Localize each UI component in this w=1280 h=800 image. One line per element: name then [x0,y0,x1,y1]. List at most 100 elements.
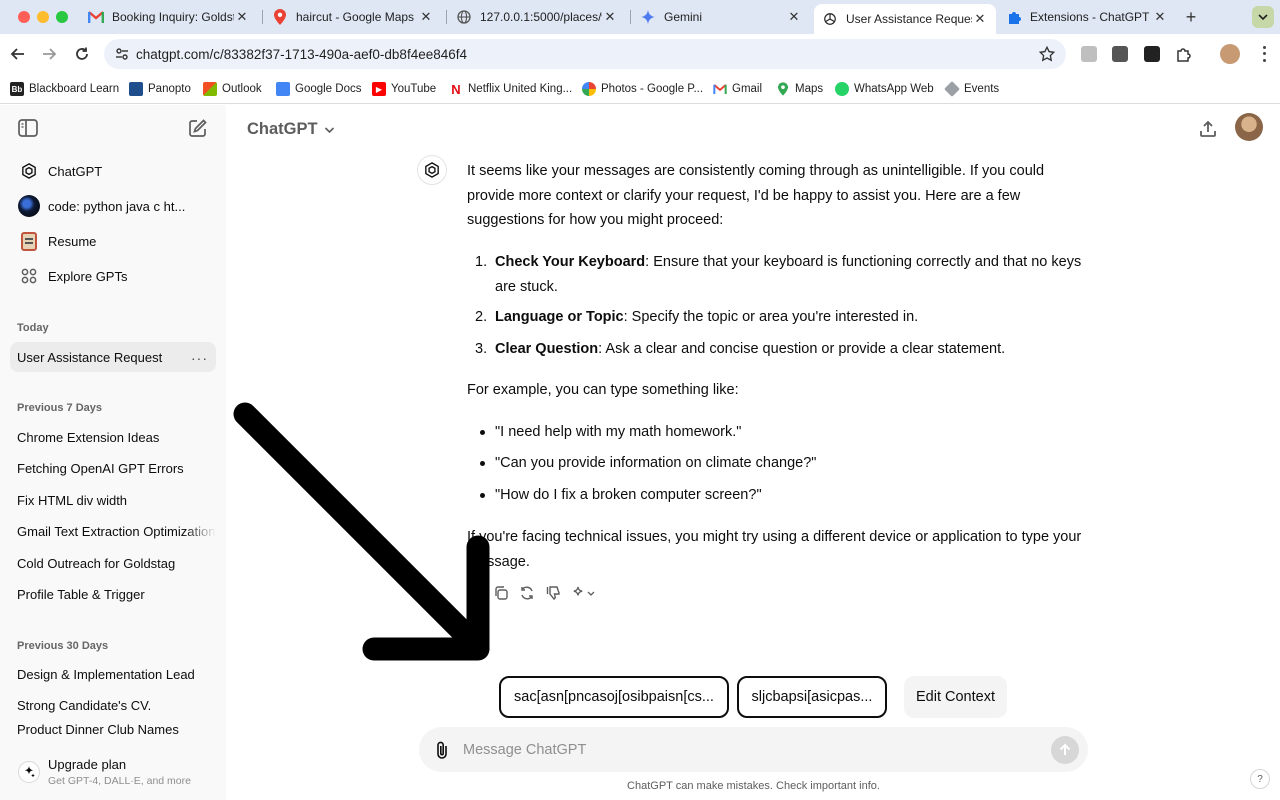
whatsapp-icon [835,82,849,96]
message-intro: It seems like your messages are consiste… [467,163,1045,228]
message-input[interactable] [463,739,1023,761]
bookmark-item[interactable]: Panopto [129,80,191,98]
close-tab-icon[interactable]: ✕ [1152,9,1168,25]
chat-item[interactable]: Cold Outreach for Goldstag [10,548,216,578]
model-selector[interactable]: ChatGPT [247,120,335,139]
sidebar-item-label: Resume [48,233,97,249]
extensions-button[interactable] [1172,42,1196,66]
read-aloud-button[interactable] [467,585,483,601]
sidebar-item-gpt-code[interactable]: code: python java c ht... [10,190,216,222]
chat-item-label: Fix HTML div width [17,492,128,508]
regenerate-button[interactable] [519,585,535,601]
forward-button[interactable] [37,42,61,66]
suggestion-chip[interactable]: sljcbapsi[asicpas... [737,676,887,718]
address-bar[interactable]: chatgpt.com/c/83382f37-1713-490a-aef0-db… [104,39,1066,69]
sidebar-item-resume[interactable]: Resume [10,225,216,257]
paperclip-icon [437,741,447,759]
chat-item[interactable]: Product Dinner Club Names [10,722,216,742]
sidebar-item-explore-gpts[interactable]: Explore GPTs [10,260,216,292]
browser-tab-active[interactable]: User Assistance Reques ✕ [814,4,996,34]
tab-separator [262,10,263,24]
copy-button[interactable] [493,585,509,601]
sidebar-item-label: code: python java c ht... [48,198,186,214]
close-tab-icon[interactable]: ✕ [234,9,250,25]
browser-tab[interactable]: 127.0.0.1:5000/places/w ✕ [448,4,626,30]
chevron-down-icon [1258,14,1268,21]
upgrade-plan-button[interactable]: Upgrade plan Get GPT-4, DALL·E, and more [10,750,216,794]
suggestion-chip[interactable]: sac[asn[pncasoj[osibpaisn[cs... [499,676,729,718]
share-button[interactable] [1196,117,1220,141]
chat-item[interactable]: Strong Candidate's CV. [10,690,216,720]
example-item: "I need help with my math homework." [495,424,742,440]
tab-search-button[interactable] [1252,6,1274,28]
close-tab-icon[interactable]: ✕ [786,9,802,25]
list-number: 1. [475,254,488,270]
thumbs-down-button[interactable] [545,585,561,601]
bookmark-item[interactable]: Outlook [203,80,262,98]
bookmark-star-icon[interactable] [1038,45,1056,68]
browser-tab[interactable]: haircut - Google Maps ✕ [264,4,442,30]
bookmark-item[interactable]: Google Docs [276,80,361,98]
bookmark-item[interactable]: Maps [776,80,823,98]
profile-avatar[interactable] [1220,44,1240,64]
sparkle-icon [18,761,40,783]
bookmark-item[interactable]: WhatsApp Web [835,80,934,98]
events-icon [944,81,960,97]
bullet [480,430,485,435]
new-tab-button[interactable]: + [1182,8,1200,26]
extension-c-icon[interactable] [1144,46,1160,62]
extension-icon[interactable] [1081,46,1097,62]
bookmark-item[interactable]: ▶ YouTube [372,80,436,98]
chat-item[interactable]: Profile Table & Trigger [10,579,216,609]
browser-tab[interactable]: Booking Inquiry: Goldsta ✕ [80,4,258,30]
extension-e-icon[interactable] [1112,46,1128,62]
maps-icon [272,9,288,25]
outlook-icon [203,82,217,96]
back-button[interactable] [6,42,30,66]
more-options-icon[interactable]: ··· [191,350,208,366]
bookmark-item[interactable]: N Netflix United King... [449,80,572,98]
maximize-window-button[interactable] [56,11,68,23]
puzzle-icon [1006,9,1022,25]
chat-item[interactable]: Chrome Extension Ideas [10,422,216,452]
close-tab-icon[interactable]: ✕ [972,11,988,27]
chat-item-label: Cold Outreach for Goldstag [17,555,176,571]
chat-item[interactable]: Fix HTML div width [10,485,216,515]
example-item: "Can you provide information on climate … [495,455,817,471]
user-avatar[interactable] [1235,113,1263,141]
site-settings-icon[interactable] [114,46,130,67]
bookmark-item[interactable]: Bb Blackboard Learn [10,80,119,98]
chat-main: ChatGPT It seems like your messages are … [226,105,1280,800]
minimize-window-button[interactable] [37,11,49,23]
browser-tab[interactable]: Extensions - ChatGPT C ✕ [998,4,1176,30]
sidebar-item-chatgpt[interactable]: ChatGPT [10,155,216,187]
browser-menu-button[interactable] [1256,44,1272,64]
sparkle-chevron-icon [573,586,595,596]
bookmark-item[interactable]: Gmail [713,80,762,98]
bookmark-item[interactable]: Photos - Google P... [582,80,703,98]
chat-item-active[interactable]: User Assistance Request ··· [10,342,216,372]
close-tab-icon[interactable]: ✕ [602,9,618,25]
toggle-sidebar-button[interactable] [17,117,39,139]
list-number: 2. [475,309,488,325]
chat-item[interactable]: Design & Implementation Lead [10,659,216,689]
globe-icon [456,9,472,25]
list-item: Clear Question: Ask a clear and concise … [495,337,1095,362]
browser-tab[interactable]: Gemini ✕ [632,4,810,30]
bookmark-label: Maps [795,83,824,95]
chat-item[interactable]: Gmail Text Extraction Optimization [10,516,216,546]
reload-button[interactable] [70,42,94,66]
chat-item-label: User Assistance Request [17,349,163,365]
tab-title: Extensions - ChatGPT C [1030,10,1152,24]
model-switch-button[interactable] [571,585,597,601]
close-window-button[interactable] [18,11,30,23]
bookmark-item[interactable]: Events [944,80,999,98]
help-button[interactable]: ? [1250,769,1270,789]
close-tab-icon[interactable]: ✕ [418,9,434,25]
send-button[interactable] [1051,736,1079,764]
edit-context-button[interactable]: Edit Context [904,676,1007,718]
attach-button[interactable] [435,740,449,765]
chat-item[interactable]: Fetching OpenAI GPT Errors [10,453,216,483]
new-chat-button[interactable] [187,117,209,139]
tab-title: Booking Inquiry: Goldsta [112,10,234,24]
